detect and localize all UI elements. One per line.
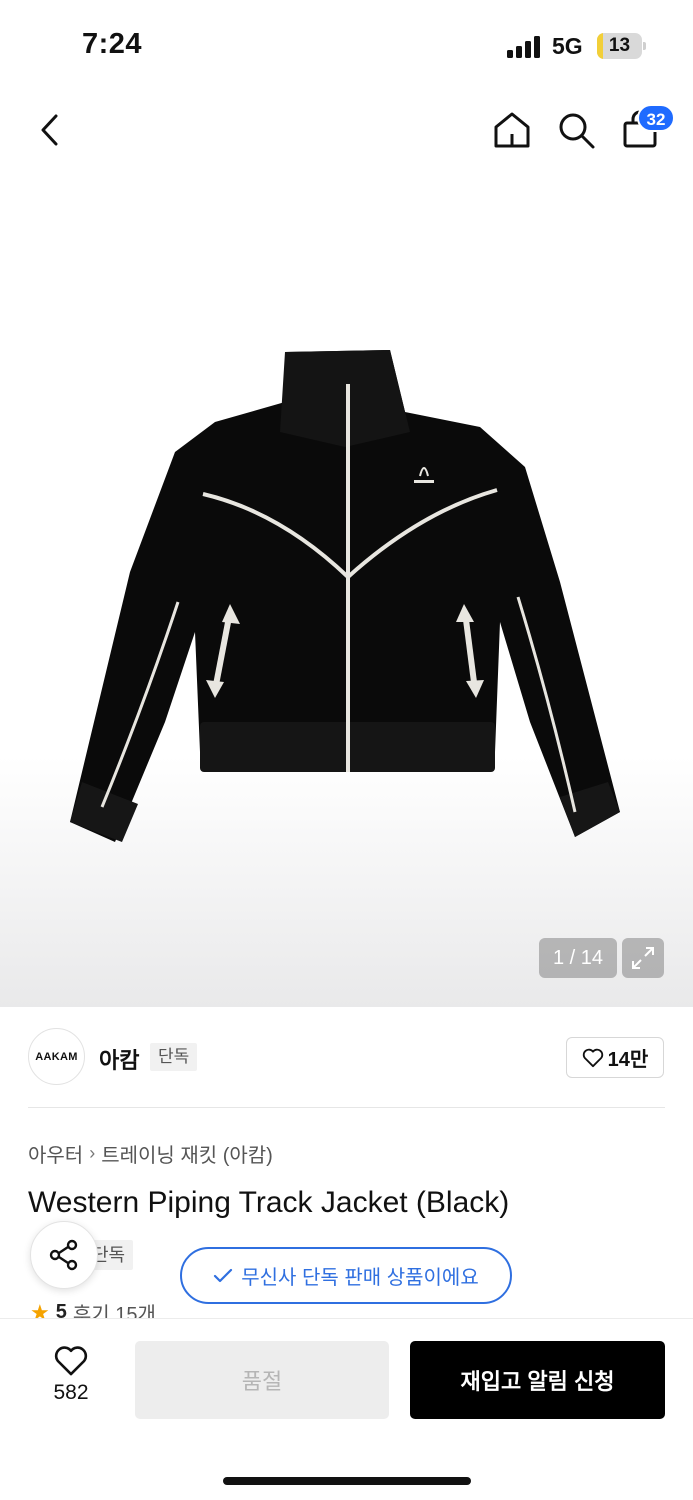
breadcrumb-category[interactable]: 아우터: [28, 1139, 83, 1168]
soldout-button: 품절: [135, 1341, 389, 1419]
home-indicator: [223, 1477, 471, 1485]
battery-percent: 13: [608, 35, 631, 56]
status-time: 7:24: [82, 28, 143, 60]
back-button[interactable]: [30, 106, 70, 154]
divider: [28, 1107, 665, 1108]
cart-count-badge: 32: [637, 104, 675, 132]
home-icon: [494, 112, 530, 148]
network-type: 5G: [552, 33, 583, 59]
top-nav: [0, 92, 693, 172]
brand-like-button[interactable]: 14만: [566, 1037, 664, 1078]
brand-name[interactable]: 아캄: [99, 1043, 139, 1075]
exclusive-notice-text: 무신사 단독 판매 상품이에요: [241, 1267, 479, 1289]
wishlist-button[interactable]: 582: [40, 1345, 102, 1415]
breadcrumb-subcategory[interactable]: 트레이닝 재킷 (아캄): [101, 1139, 273, 1168]
brand-like-count: 14만: [607, 1049, 649, 1071]
check-icon: [214, 1268, 233, 1282]
restock-notify-button[interactable]: 재입고 알림 신청: [410, 1341, 665, 1419]
breadcrumb: 아우터 › 트레이닝 재킷 (아캄): [28, 1139, 273, 1168]
brand-exclusive-tag: 단독: [150, 1043, 198, 1071]
product-image-carousel[interactable]: 1 / 14: [0, 172, 693, 1007]
image-counter: 1 / 14: [539, 938, 617, 978]
search-icon: [559, 113, 595, 149]
heart-icon: [582, 1048, 603, 1067]
home-button[interactable]: [490, 108, 534, 152]
share-button[interactable]: [30, 1221, 98, 1289]
product-image: [70, 350, 620, 842]
battery-icon: 13: [597, 33, 647, 59]
search-button[interactable]: [554, 108, 598, 152]
product-title: Western Piping Track Jacket (Black): [28, 1186, 510, 1219]
share-icon: [49, 1239, 78, 1271]
exclusive-notice-toast: 무신사 단독 판매 상품이에요: [180, 1247, 512, 1304]
wishlist-count: 582: [53, 1381, 89, 1404]
expand-image-button[interactable]: [622, 938, 664, 978]
chevron-right-icon: ›: [89, 1143, 96, 1163]
bottom-action-bar: 582 품절 재입고 알림 신청: [0, 1318, 693, 1500]
status-bar: 7:24 5G 13: [0, 0, 693, 92]
brand-logo[interactable]: AAKAM: [28, 1028, 85, 1085]
cellular-signal-icon: [507, 36, 540, 58]
expand-icon: [632, 947, 654, 969]
chevron-left-icon: [41, 114, 58, 146]
brand-row: AAKAM 아캄 단독 14만: [0, 1007, 693, 1107]
heart-icon: [54, 1346, 88, 1376]
